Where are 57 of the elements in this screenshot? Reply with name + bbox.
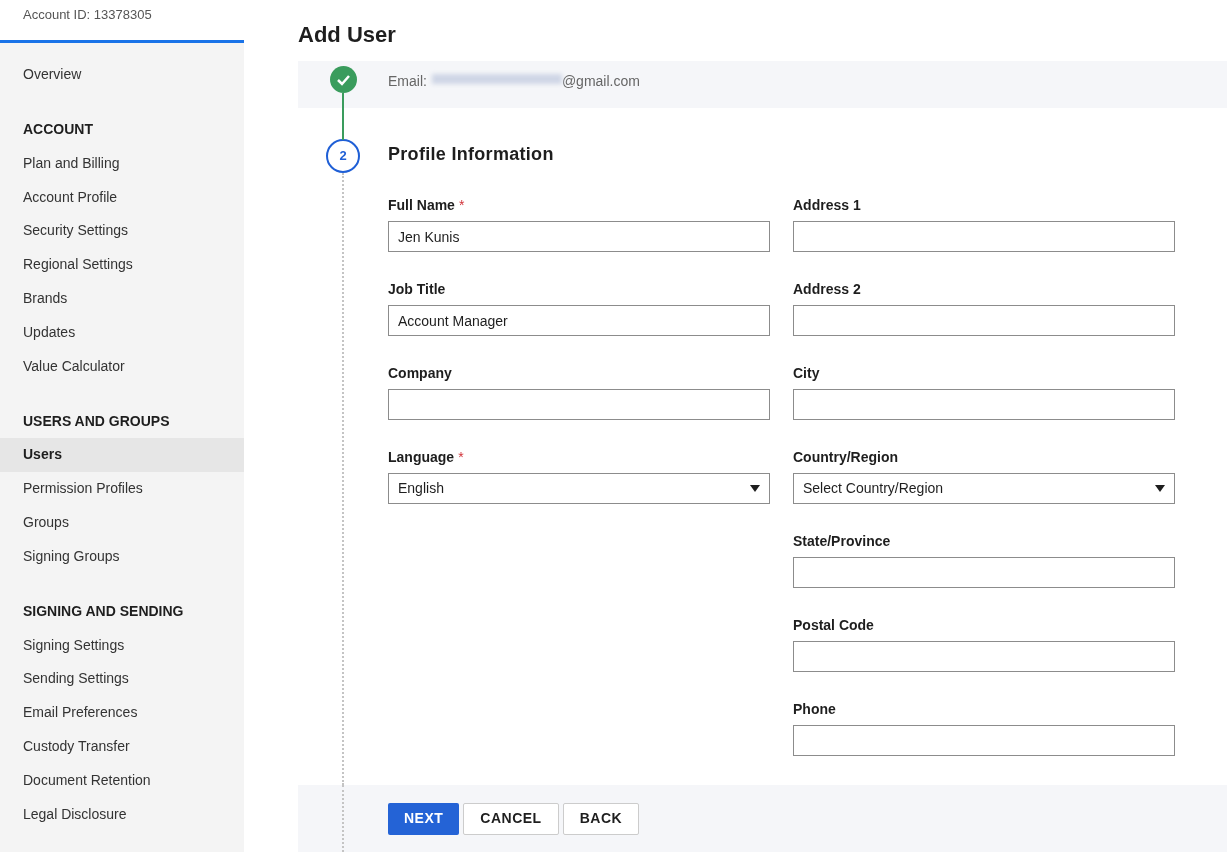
email-label: Email:: [388, 72, 427, 92]
sidebar-item[interactable]: Document Retention: [0, 763, 244, 798]
step-number: 2: [326, 139, 360, 173]
text-field[interactable]: [388, 389, 770, 420]
required-asterisk: *: [458, 195, 465, 215]
text-field[interactable]: [793, 641, 1175, 672]
sidebar-item[interactable]: Updates: [0, 315, 244, 350]
sidebar-item[interactable]: Signing Settings: [0, 628, 244, 662]
field-label: State/Province: [793, 531, 891, 551]
sidebar-item[interactable]: Permission Profiles: [0, 471, 244, 506]
field-label: Company: [388, 363, 452, 383]
action-button[interactable]: NEXT: [388, 802, 460, 835]
field-label: Job Title: [388, 279, 446, 299]
text-field[interactable]: [793, 389, 1175, 420]
caret-icon: [1155, 485, 1165, 492]
email-domain: @gmail.com: [561, 72, 640, 92]
sidebar-item[interactable]: Plan and Billing: [0, 146, 244, 181]
field-label: City: [793, 363, 820, 383]
action-button[interactable]: CANCEL: [463, 802, 559, 835]
text-field[interactable]: [793, 221, 1175, 252]
sidebar-item[interactable]: Signing Groups: [0, 539, 244, 574]
text-field[interactable]: [793, 557, 1175, 588]
sidebar-item[interactable]: Legal Disclosure: [0, 797, 244, 831]
account-id: Account ID: 13378305: [23, 7, 152, 22]
field-label: Address 2: [793, 279, 861, 299]
field-label: Phone: [793, 699, 836, 719]
field-label: Postal Code: [793, 615, 874, 635]
required-asterisk: *: [458, 447, 464, 467]
field-label: Address 1: [793, 195, 861, 215]
field-label: Full Name: [388, 195, 455, 215]
sidebar-item[interactable]: Groups: [0, 505, 244, 540]
page-title: Add User: [298, 21, 396, 50]
section-title: Profile Information: [388, 144, 555, 164]
sidebar-item[interactable]: Sending Settings: [0, 662, 244, 696]
action-button[interactable]: BACK: [562, 802, 640, 835]
step-connector: [342, 93, 344, 141]
sidebar-item[interactable]: Email Preferences: [0, 695, 244, 730]
section-heading: SIGNING AND SENDING: [23, 601, 184, 621]
sidebar-item[interactable]: Security Settings: [0, 214, 244, 248]
sidebar-item[interactable]: Brands: [0, 281, 244, 316]
sidebar-item[interactable]: Overview: [0, 57, 244, 92]
select-field[interactable]: Select Country/Region: [793, 473, 1175, 504]
select-field[interactable]: English: [388, 473, 770, 504]
caret-icon: [750, 485, 760, 492]
text-field[interactable]: [793, 305, 1175, 336]
section-heading: ACCOUNT: [23, 119, 93, 139]
text-field[interactable]: Account Manager: [388, 305, 770, 336]
section-heading: USERS AND GROUPS: [23, 411, 170, 431]
field-label: Language: [388, 447, 455, 467]
sidebar-item[interactable]: Value Calculator: [0, 349, 244, 384]
sidebar-item[interactable]: Regional Settings: [0, 247, 244, 282]
text-field[interactable]: Jen Kunis: [388, 221, 770, 252]
text-field[interactable]: [793, 725, 1175, 756]
field-label: Country/Region: [793, 447, 898, 467]
sidebar-item[interactable]: Custody Transfer: [0, 729, 244, 764]
sidebar-item[interactable]: Account Profile: [0, 180, 244, 215]
sidebar-item[interactable]: Users: [0, 438, 244, 472]
